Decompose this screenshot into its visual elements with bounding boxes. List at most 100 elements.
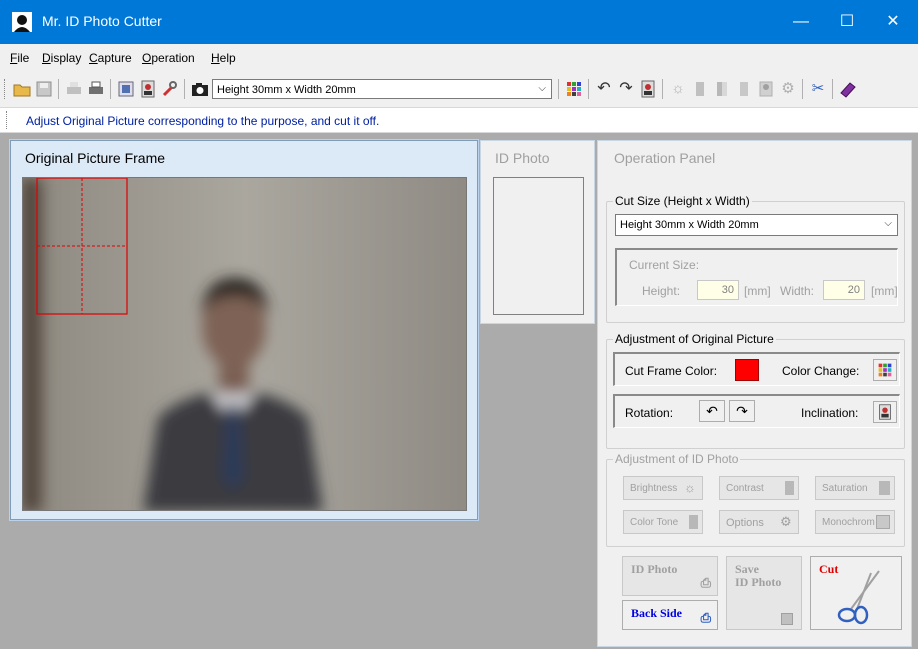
close-button[interactable]: ✕	[870, 0, 916, 44]
monochrome-icon	[876, 515, 890, 529]
toolbar-separator	[58, 79, 59, 99]
toolbar-separator	[832, 79, 833, 99]
toolbar-grip[interactable]	[4, 79, 7, 99]
rotate-left-icon[interactable]: ↶	[594, 79, 614, 99]
save-id-photo-button[interactable]: Save ID Photo	[726, 556, 802, 630]
monochrome-button[interactable]: Monochrom	[815, 510, 895, 534]
current-size-box: Current Size: Height: 30 [mm] Width: 20 …	[615, 248, 898, 306]
toolbar-separator	[558, 79, 559, 99]
operation-panel-title: Operation Panel	[614, 150, 716, 166]
print-icon[interactable]	[86, 79, 106, 99]
title-bar: Mr. ID Photo Cutter — ☐ ✕	[0, 0, 918, 44]
height-unit: [mm]	[744, 284, 771, 298]
options-gear-icon: ⚙	[780, 514, 792, 529]
adjust-original-group-label: Adjustment of Original Picture	[613, 332, 776, 346]
menu-bar: File Display Capture Operation Help	[0, 44, 918, 71]
brightness-button[interactable]: Brightness ☼	[623, 476, 703, 500]
wrench-icon[interactable]	[160, 79, 180, 99]
width-value[interactable]: 20	[823, 280, 865, 300]
id-photo-title: ID Photo	[495, 150, 550, 166]
width-label: Width:	[780, 284, 815, 298]
back-side-button[interactable]: Back Side ⎙	[622, 600, 718, 630]
rotate-right-button[interactable]: ↷	[729, 400, 755, 422]
cut-frame-color-swatch[interactable]	[735, 359, 759, 381]
contrast-icon	[785, 481, 794, 495]
scissors-icon[interactable]: ✂	[808, 79, 828, 99]
height-value[interactable]: 30	[697, 280, 739, 300]
save-icon[interactable]	[34, 79, 54, 99]
monochrome-icon[interactable]	[756, 79, 776, 99]
id-photo-preview	[493, 177, 584, 315]
cut-frame-color-box: Cut Frame Color: Color Change:	[613, 352, 900, 386]
maximize-button[interactable]: ☐	[824, 0, 870, 44]
menu-file[interactable]: File	[10, 51, 29, 65]
chevron-down-icon: ⌵	[538, 83, 546, 94]
color-change-label: Color Change:	[782, 364, 860, 378]
info-message: Adjust Original Picture corresponding to…	[26, 114, 380, 128]
saturation-icon[interactable]	[712, 79, 732, 99]
color-tone-button[interactable]: Color Tone	[623, 510, 703, 534]
color-tone-icon	[689, 515, 698, 529]
options-button[interactable]: Options ⚙	[719, 510, 799, 534]
original-picture[interactable]	[22, 177, 467, 511]
operation-panel: Operation Panel Cut Size (Height x Width…	[597, 140, 912, 647]
printer-icon: ⎙	[700, 610, 711, 625]
toolbar-separator	[110, 79, 111, 99]
contrast-button[interactable]: Contrast	[719, 476, 799, 500]
menu-operation[interactable]: Operation	[142, 51, 195, 65]
adjust-id-photo-group-label: Adjustment of ID Photo	[613, 452, 741, 466]
cut-frame-color-label: Cut Frame Color:	[625, 364, 718, 378]
toolbar-separator	[662, 79, 663, 99]
original-picture-title: Original Picture Frame	[25, 150, 166, 166]
current-size-label: Current Size:	[629, 258, 700, 272]
color-change-palette-icon[interactable]	[873, 359, 897, 381]
height-label: Height:	[642, 284, 681, 298]
toolbar-separator	[802, 79, 803, 99]
toolbar: Height 30mm x Width 20mm ⌵ ↶ ↷ ☼ ⚙ ✂	[0, 71, 918, 107]
menu-help[interactable]: Help	[211, 51, 236, 65]
open-folder-icon[interactable]	[12, 79, 32, 99]
width-unit: [mm]	[871, 284, 898, 298]
minimize-button[interactable]: —	[778, 0, 824, 44]
cut-size-group-label: Cut Size (Height x Width)	[613, 194, 752, 208]
window-title: Mr. ID Photo Cutter	[42, 13, 162, 29]
rotate-left-button[interactable]: ↶	[699, 400, 725, 422]
toolbar-separator	[588, 79, 589, 99]
picture-icon[interactable]	[116, 79, 136, 99]
saturation-button[interactable]: Saturation	[815, 476, 895, 500]
cut-size-combo[interactable]: Height 30mm x Width 20mm ⌵	[615, 214, 898, 236]
menu-display[interactable]: Display	[42, 51, 81, 65]
brightness-icon[interactable]: ☼	[668, 79, 688, 99]
cut-frame-overlay[interactable]	[23, 178, 467, 511]
contrast-icon[interactable]	[690, 79, 710, 99]
options-gear-icon[interactable]: ⚙	[778, 79, 798, 99]
toolbar-separator	[184, 79, 185, 99]
info-bar: Adjust Original Picture corresponding to…	[0, 107, 918, 133]
rotation-box: Rotation: ↶ ↷ Inclination:	[613, 394, 900, 428]
toolbar-size-combo[interactable]: Height 30mm x Width 20mm ⌵	[212, 79, 552, 99]
rotation-label: Rotation:	[625, 406, 674, 420]
color-tone-icon[interactable]	[734, 79, 754, 99]
cut-button[interactable]: Cut	[810, 556, 902, 630]
id-photo-frame: ID Photo	[480, 140, 595, 324]
menu-capture[interactable]: Capture	[89, 51, 132, 65]
adjust-id-photo-group: Adjustment of ID Photo Brightness ☼ Cont…	[606, 452, 905, 547]
inclination-button-icon[interactable]	[873, 401, 897, 423]
book-icon[interactable]	[838, 79, 858, 99]
save-disk-icon	[781, 613, 793, 625]
id-photo-icon[interactable]	[138, 79, 158, 99]
scissors-icon	[837, 570, 880, 625]
color-palette-icon[interactable]	[564, 79, 584, 99]
saturation-icon	[879, 481, 890, 495]
print-id-photo-button[interactable]: ID Photo ⎙	[622, 556, 718, 596]
camera-icon[interactable]	[190, 79, 210, 99]
rotate-right-icon[interactable]: ↷	[616, 79, 636, 99]
print-disabled-icon[interactable]	[64, 79, 84, 99]
original-picture-frame: Original Picture Frame	[10, 140, 478, 520]
brightness-sun-icon: ☼	[684, 480, 696, 495]
chevron-down-icon: ⌵	[884, 218, 892, 229]
cut-size-group: Cut Size (Height x Width) Height 30mm x …	[606, 194, 905, 323]
app-logo-icon	[12, 12, 32, 32]
adjust-original-group: Adjustment of Original Picture Cut Frame…	[606, 332, 905, 449]
inclination-icon[interactable]	[638, 79, 658, 99]
